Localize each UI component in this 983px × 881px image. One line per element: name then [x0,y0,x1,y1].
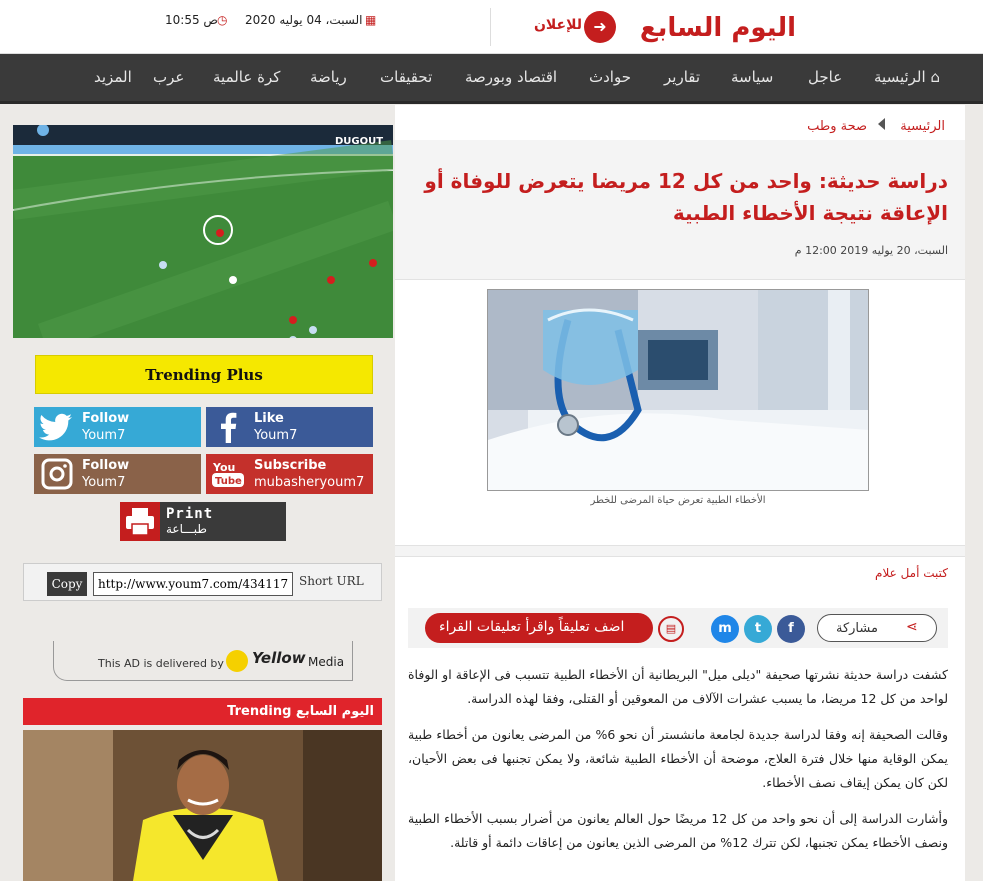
nav-item-reports[interactable]: تقارير [664,68,700,86]
breadcrumb-section[interactable]: صحة وطب [807,119,867,134]
trending-header-label: اليوم السابع Trending [227,704,374,719]
current-date: السبت، 04 يوليه 2020 [245,13,363,27]
date-time: 10:55 ص ◷ السبت، 04 يوليه 2020 ▦ [165,13,385,31]
ad-text: This AD is delivered by [98,657,224,670]
divider [490,8,491,46]
nav-item-world-football[interactable]: كرة عالمية [213,68,280,86]
calendar-icon: ▦ [365,13,377,27]
breadcrumb-home[interactable]: الرئيسية [900,119,945,134]
section-divider [395,545,965,557]
youtube-subscribe-button[interactable]: You Tube Subscribe mubasheryoum7 [206,454,373,494]
ad-credit[interactable]: This AD is delivered by Yellow Media [53,641,353,681]
social-label: Like [254,411,284,426]
trending-image[interactable] [23,730,382,881]
article-author: كتبت أمل علام [875,566,948,580]
nav-item-accidents[interactable]: حوادث [589,68,631,86]
megaphone-icon: ➜ [584,11,616,43]
nav-item-investigations[interactable]: تحقيقات [380,68,432,86]
current-time: 10:55 ص [165,13,218,27]
print-label-en: Print [166,506,214,522]
nav-item-more[interactable]: المزيد [94,68,132,86]
clock-icon: ◷ [217,13,228,27]
article-paragraph: وأشارت الدراسة إلى أن نحو واحد من كل 12 … [408,811,948,850]
nav-item-politics[interactable]: سياسة [731,68,773,86]
ad-brand-suffix: Media [308,655,345,669]
print-button[interactable]: Print طبـــاعة [120,502,286,541]
logo-text: اليوم السابع [639,13,796,43]
svg-text:Tube: Tube [215,476,242,487]
short-url-box: Copy Short URL [23,563,382,601]
comment-button-label: اضف تعليقاً واقرأ تعليقات القراء [439,619,625,635]
nav-item-home[interactable]: ⌂ الرئيسية [874,68,940,86]
site-logo[interactable]: اليوم السابع [639,8,796,48]
trending-header: اليوم السابع Trending [23,698,382,725]
copy-button[interactable]: Copy [47,572,87,596]
social-label: Follow [82,458,130,473]
chevron-left-icon [878,118,885,130]
instagram-follow-button[interactable]: Follow Youm7 [34,454,201,494]
social-handle: mubasheryoum7 [254,475,365,490]
yellow-media-logo-icon [226,650,248,672]
twitter-icon [39,413,72,441]
article-title: دراسة حديثة: واحد من كل 12 مريضا يتعرض ل… [424,169,948,225]
home-icon: ⌂ [930,68,940,86]
youtube-icon: You Tube [212,461,244,487]
trending-plus-banner[interactable]: Trending Plus [35,355,373,394]
nav-item-arab[interactable]: عرب [153,68,184,86]
article-paragraph: كشفت دراسة حديثة نشرتها صحيفة "ديلى ميل"… [408,667,948,706]
svg-text:You: You [212,461,235,474]
share-label: مشاركة [836,621,878,636]
article-image [487,289,869,491]
short-url-input[interactable] [93,572,293,596]
nav-item-sports[interactable]: رياضة [310,68,347,86]
main-nav: ⌂ الرئيسية عاجل سياسة تقارير حوادث اقتصا… [0,54,983,104]
ad-brand: Yellow [252,649,306,667]
share-icon: ⋖ [906,619,918,635]
social-label: Subscribe [254,458,327,473]
twitter-share-icon[interactable]: t [744,615,772,643]
image-caption: الأخطاء الطبية تعرض حياة المرضى للخطر [590,495,766,506]
article-paragraph: وقالت الصحيفة إنه وفقا لدراسة جديدة لجام… [408,727,948,790]
social-label: Follow [82,411,130,426]
nav-label: الرئيسية [874,68,926,86]
advertise-link[interactable]: ➜ للإعلان [528,10,618,44]
short-url-label: Short URL [299,574,364,588]
print-label-ar: طبـــاعة [166,522,207,536]
comment-icon[interactable]: ▤ [658,616,684,642]
social-handle: Youm7 [82,428,126,443]
article-body: كشفت دراسة حديثة نشرتها صحيفة "ديلى ميل"… [408,663,948,867]
video-watermark: DUGOUT [335,136,383,147]
facebook-like-button[interactable]: Like Youm7 [206,407,373,447]
article-date: السبت، 20 يوليه 2019 12:00 م [794,244,948,257]
add-comment-button[interactable]: اضف تعليقاً واقرأ تعليقات القراء [425,613,653,643]
social-handle: Youm7 [82,475,126,490]
twitter-follow-button[interactable]: Follow Youm7 [34,407,201,447]
instagram-icon [41,458,73,490]
messenger-share-icon[interactable]: m [711,615,739,643]
video-player[interactable]: DUGOUT [13,125,393,338]
article-panel: الرئيسية صحة وطب دراسة حديثة: واحد من كل… [395,105,965,881]
trending-plus-label: Trending Plus [145,366,263,384]
nav-item-economy[interactable]: اقتصاد وبورصة [465,68,557,86]
advertise-label: للإعلان [533,17,582,33]
share-bar: مشاركة ⋖ f t m ▤ اضف تعليقاً واقرأ تعليق… [408,608,948,648]
nav-item-urgent[interactable]: عاجل [808,68,842,86]
share-button[interactable]: مشاركة ⋖ [817,614,937,642]
social-handle: Youm7 [254,428,298,443]
facebook-icon [221,412,237,443]
facebook-share-icon[interactable]: f [777,615,805,643]
printer-icon [120,502,160,541]
top-bar: اليوم السابع ➜ للإعلان 10:55 ص ◷ السبت، … [0,0,983,54]
